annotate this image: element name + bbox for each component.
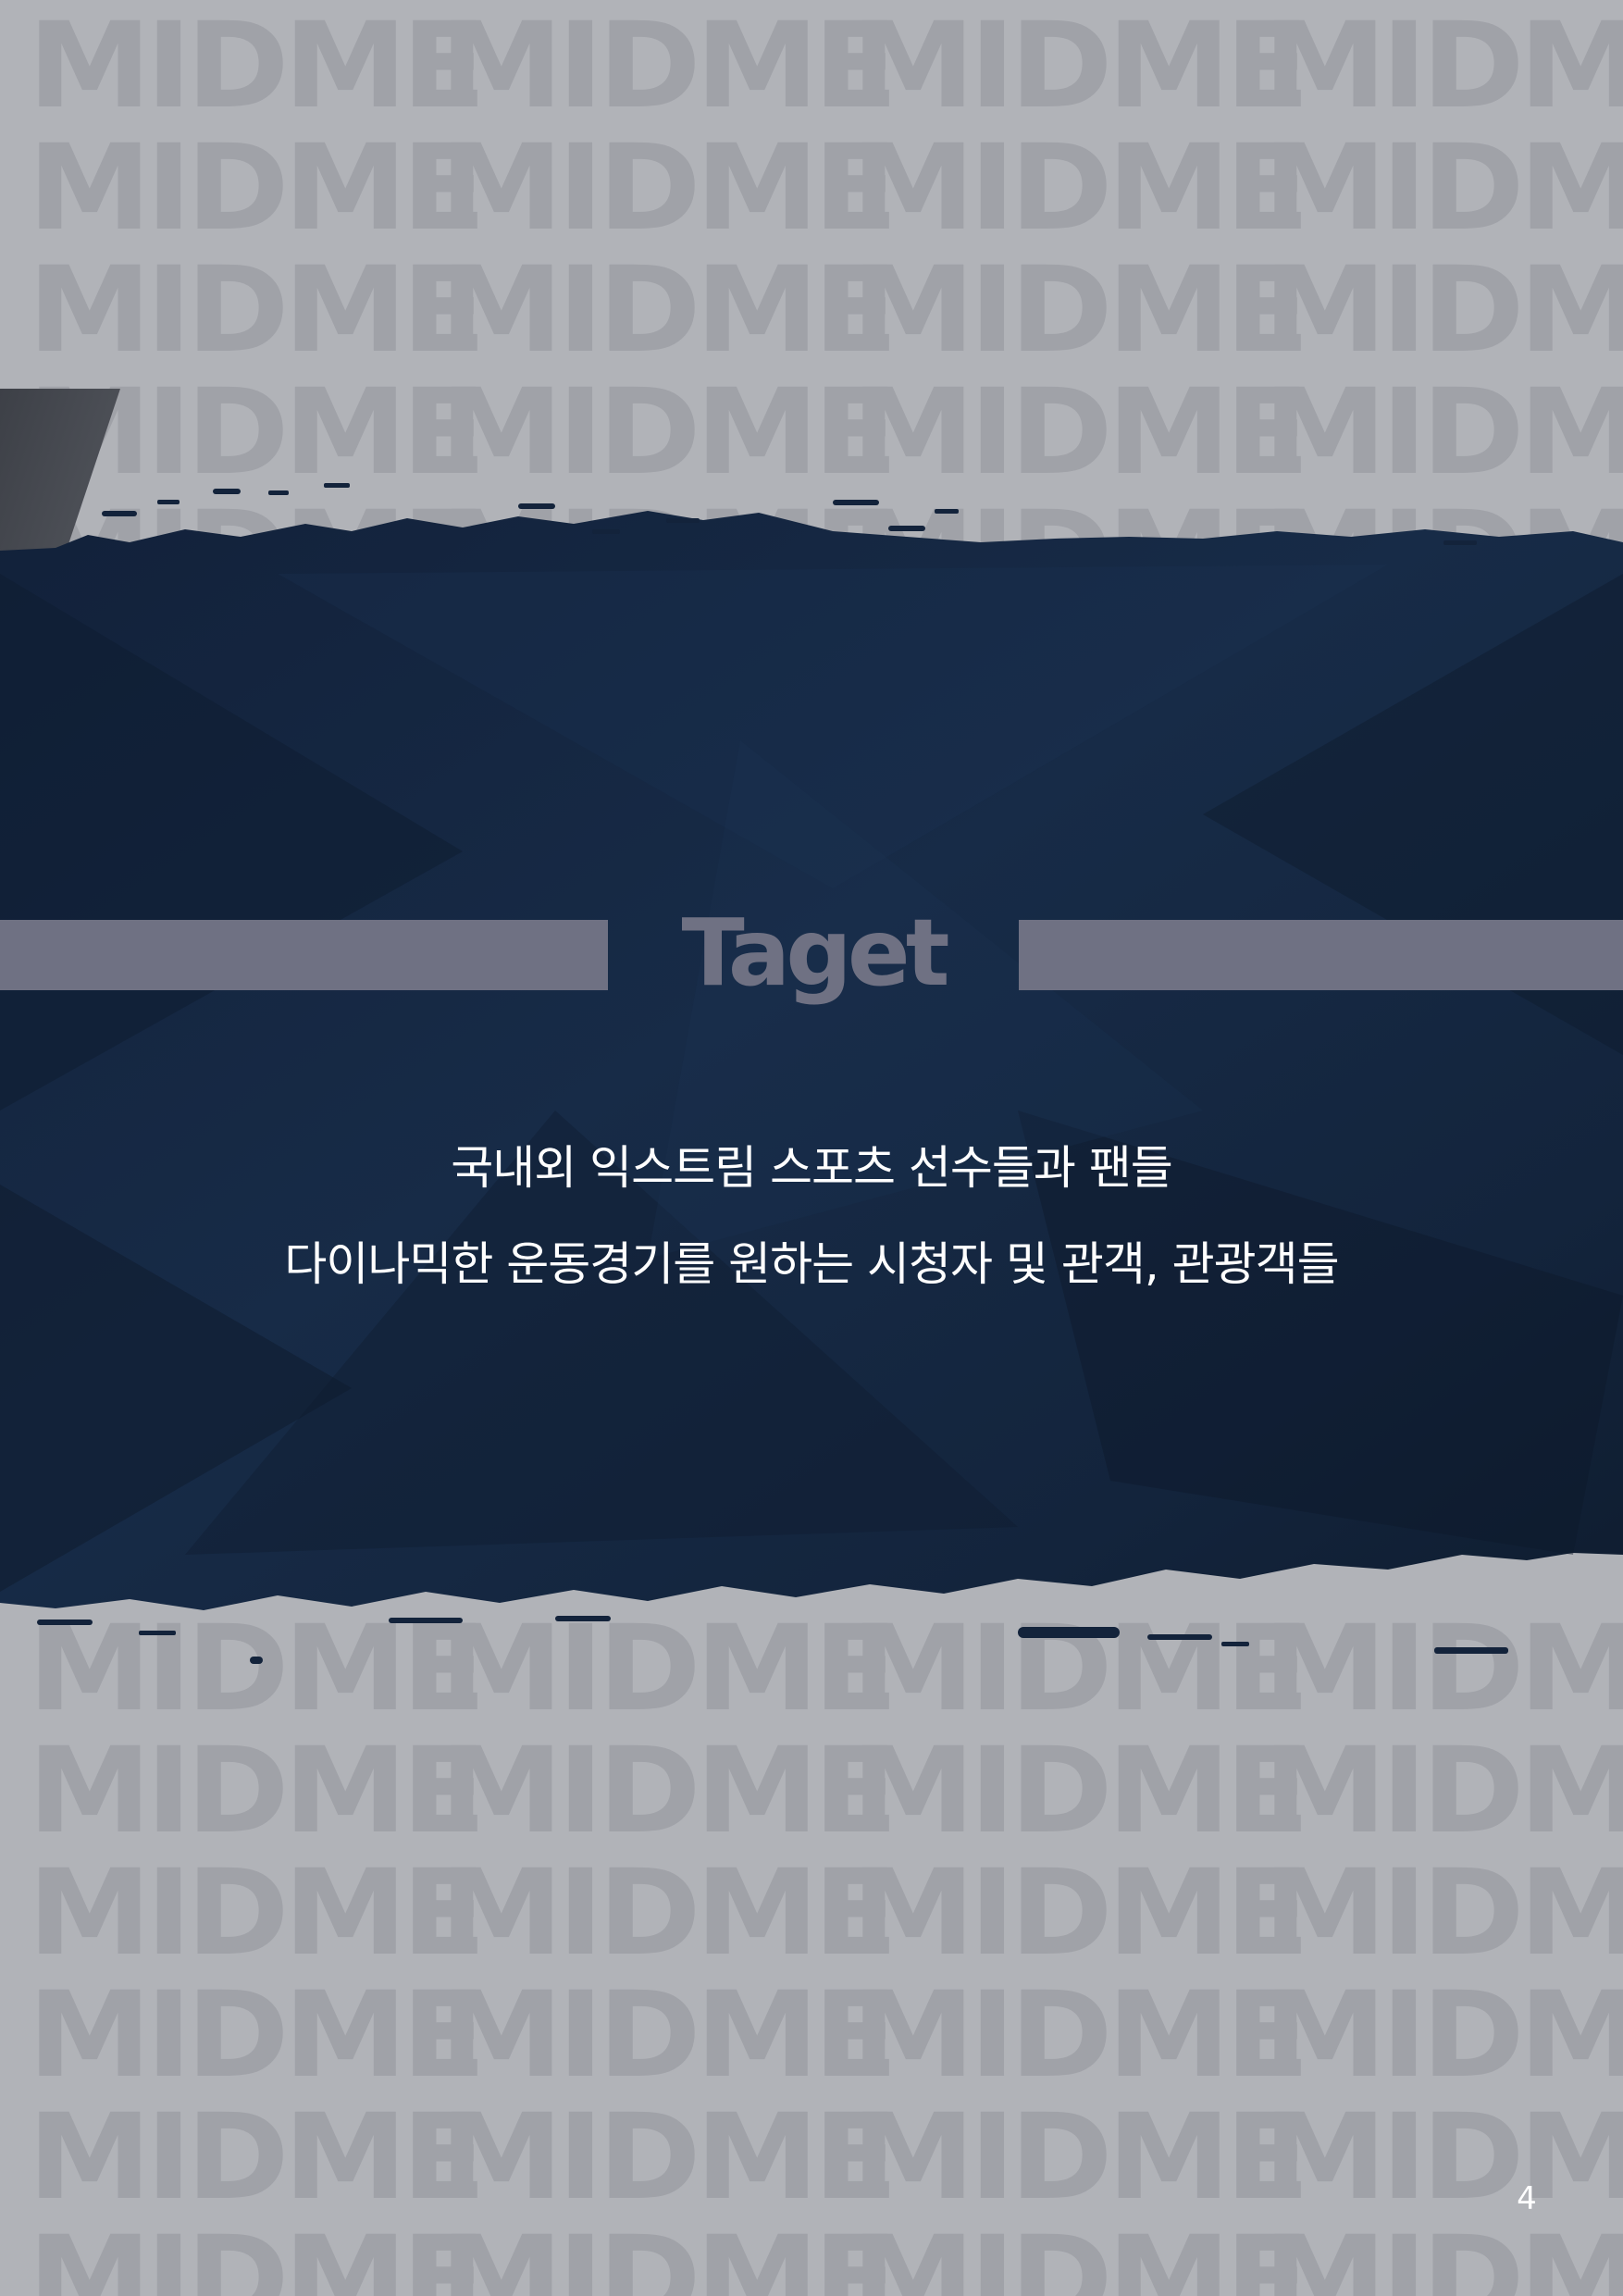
watermark-word: MIDME (851, 1967, 1310, 2104)
page: MIDMEMIDMEMIDMEMIDMEMIDMEMIDMEMIDMEMIDME… (0, 0, 1623, 2296)
watermark-word: MIDME (851, 2211, 1310, 2296)
watermark-word: MIDME (851, 0, 1310, 135)
watermark-word: MIDME (440, 1722, 898, 1860)
watermark-word: MIDME (440, 1967, 898, 2104)
watermark-row: MIDMEMIDMEMIDMEMIDME (28, 1977, 1623, 2095)
watermark-word: MIDME (440, 0, 898, 135)
target-line-2: 다이나믹한 운동경기를 원하는 시청자 및 관객, 관광객들 (284, 1237, 1339, 1291)
watermark-row: MIDMEMIDMEMIDMEMIDME (28, 2221, 1623, 2296)
watermark-word: MIDME (851, 2089, 1310, 2227)
navy-brush-band (0, 483, 1623, 1664)
watermark-word: MIDME (1263, 242, 1623, 379)
title-bar-left (0, 920, 608, 990)
watermark-word: MIDME (440, 2211, 898, 2296)
section-title: Taget (681, 899, 949, 1007)
watermark-word: MIDME (440, 119, 898, 257)
watermark-row: MIDMEMIDMEMIDMEMIDME (28, 130, 1623, 248)
watermark-word: MIDME (851, 242, 1310, 379)
target-line-1: 국내외 익스트림 스포츠 선수들과 팬들 (451, 1141, 1173, 1195)
watermark-row: MIDMEMIDMEMIDMEMIDME (28, 2099, 1623, 2217)
page-number: 4 (1517, 2180, 1537, 2217)
watermark-word: MIDME (28, 1722, 487, 1860)
watermark-word: MIDME (28, 1967, 487, 2104)
watermark-word: MIDME (1263, 1967, 1623, 2104)
watermark-word: MIDME (851, 1722, 1310, 1860)
watermark-word: MIDME (1263, 119, 1623, 257)
watermark-word: MIDME (1263, 2089, 1623, 2227)
title-bar-right (1019, 920, 1623, 990)
watermark-word: MIDME (851, 1844, 1310, 1982)
watermark-row: MIDMEMIDMEMIDMEMIDME (28, 1855, 1623, 1973)
watermark-word: MIDME (28, 1844, 487, 1982)
watermark-row: MIDMEMIDMEMIDMEMIDME (28, 1732, 1623, 1851)
watermark-row: MIDMEMIDMEMIDMEMIDME (28, 7, 1623, 126)
watermark-word: MIDME (1263, 2211, 1623, 2296)
watermark-word: MIDME (28, 2089, 487, 2227)
watermark-word: MIDME (1263, 1722, 1623, 1860)
watermark-row: MIDMEMIDMEMIDMEMIDME (28, 252, 1623, 370)
watermark-word: MIDME (851, 119, 1310, 257)
watermark-word: MIDME (1263, 0, 1623, 135)
watermark-word: MIDME (1263, 1844, 1623, 1982)
watermark-word: MIDME (440, 242, 898, 379)
watermark-word: MIDME (440, 1844, 898, 1982)
watermark-word: MIDME (28, 2211, 487, 2296)
watermark-word: MIDME (440, 2089, 898, 2227)
